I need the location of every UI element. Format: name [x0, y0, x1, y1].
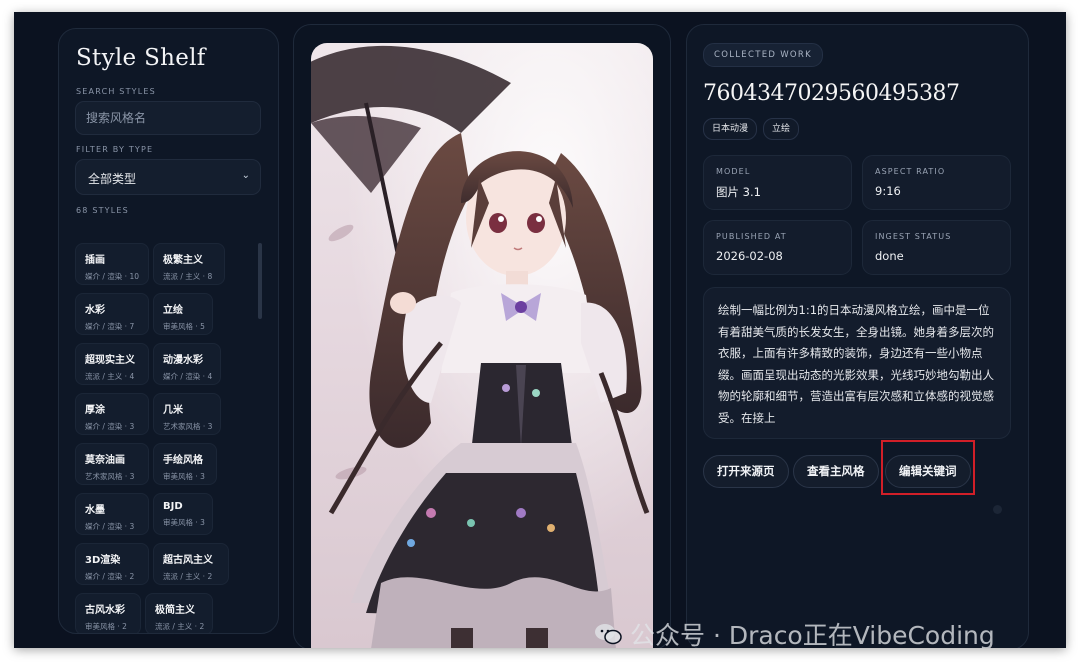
style-name: 古风水彩	[85, 605, 125, 616]
style-meta: 媒介 / 渲染 · 3	[85, 422, 135, 431]
style-meta: 艺术家风格 · 3	[163, 422, 213, 431]
style-meta: 审美风格 · 5	[163, 322, 205, 331]
style-meta: 审美风格 · 3	[163, 472, 205, 481]
style-name: 极简主义	[155, 605, 195, 616]
highlight-box	[881, 440, 975, 495]
style-card[interactable]: 古风水彩 审美风格 · 2	[75, 593, 141, 633]
style-count: 68 STYLES	[76, 206, 129, 215]
type-filter-select[interactable]: 全部类型 ⌄	[75, 159, 261, 195]
wechat-icon	[595, 624, 622, 645]
style-meta: 媒介 / 渲染 · 4	[163, 372, 213, 381]
style-name: 极繁主义	[163, 255, 203, 266]
style-name: 水墨	[85, 505, 105, 516]
watermark: 公众号 · Draco正在VibeCoding	[594, 616, 995, 648]
ingest-status-label: INGEST STATUS	[875, 232, 952, 241]
published-stat: PUBLISHED AT 2026-02-08	[703, 220, 852, 275]
style-card[interactable]: 极繁主义 流派 / 主义 · 8	[153, 243, 225, 285]
app-window: Style Shelf SEARCH STYLES FILTER BY TYPE…	[14, 12, 1066, 648]
aspect-ratio-stat: ASPECT RATIO 9:16	[862, 155, 1011, 210]
style-meta: 流派 / 主义 · 2	[155, 622, 205, 631]
model-label: MODEL	[716, 167, 751, 176]
style-name: 超古风主义	[163, 555, 213, 566]
sidebar-scrollbar[interactable]	[258, 243, 262, 319]
style-name: 几米	[163, 405, 183, 416]
style-meta: 媒介 / 渲染 · 7	[85, 322, 135, 331]
style-card[interactable]: 3D渲染 媒介 / 渲染 · 2	[75, 543, 149, 585]
style-card[interactable]: BJD 审美风格 · 3	[153, 493, 213, 535]
brand-title: Style Shelf	[76, 45, 206, 71]
style-name: 动漫水彩	[163, 355, 203, 366]
ingest-status-value: done	[875, 249, 904, 263]
filter-label: FILTER BY TYPE	[76, 145, 154, 154]
style-name: BJD	[163, 501, 183, 512]
style-card[interactable]: 插画 媒介 / 渲染 · 10	[75, 243, 149, 285]
style-name: 水彩	[85, 305, 105, 316]
style-card[interactable]: 水墨 媒介 / 渲染 · 3	[75, 493, 149, 535]
style-card[interactable]: 水彩 媒介 / 渲染 · 7	[75, 293, 149, 335]
style-name: 超现实主义	[85, 355, 135, 366]
style-sidebar: Style Shelf SEARCH STYLES FILTER BY TYPE…	[58, 28, 279, 634]
tag-chip[interactable]: 立绘	[763, 118, 800, 140]
style-meta: 流派 / 主义 · 8	[163, 272, 213, 281]
style-meta: 媒介 / 渲染 · 3	[85, 522, 135, 531]
style-meta: 媒介 / 渲染 · 2	[85, 572, 135, 581]
style-card[interactable]: 动漫水彩 媒介 / 渲染 · 4	[153, 343, 221, 385]
chevron-down-icon: ⌄	[241, 170, 250, 181]
style-card[interactable]: 手绘风格 审美风格 · 3	[153, 443, 217, 485]
published-label: PUBLISHED AT	[716, 232, 787, 241]
preview-panel	[293, 24, 671, 648]
style-meta: 审美风格 · 2	[85, 622, 127, 631]
style-name: 插画	[85, 255, 105, 266]
style-name: 立绘	[163, 305, 183, 316]
style-card[interactable]: 立绘 审美风格 · 5	[153, 293, 213, 335]
style-card[interactable]: 极简主义 流派 / 主义 · 2	[145, 593, 213, 633]
style-card[interactable]: 超现实主义 流派 / 主义 · 4	[75, 343, 149, 385]
aspect-ratio-value: 9:16	[875, 184, 901, 198]
search-label: SEARCH STYLES	[76, 87, 156, 96]
model-value: 图片 3.1	[716, 185, 761, 199]
view-main-style-button[interactable]: 查看主风格	[793, 455, 879, 488]
aspect-ratio-label: ASPECT RATIO	[875, 167, 946, 176]
style-card[interactable]: 超古风主义 流派 / 主义 · 2	[153, 543, 229, 585]
style-name: 厚涂	[85, 405, 105, 416]
style-meta: 流派 / 主义 · 2	[163, 572, 213, 581]
work-id-title: 7604347029560495387	[703, 81, 960, 106]
collected-work-badge: COLLECTED WORK	[703, 43, 823, 67]
style-card[interactable]: 几米 艺术家风格 · 3	[153, 393, 221, 435]
type-filter-value: 全部类型	[88, 172, 137, 186]
watermark-text: 公众号 · Draco正在VibeCoding	[630, 621, 995, 648]
style-name: 莫奈油画	[85, 455, 125, 466]
anime-illustration-image	[311, 43, 653, 648]
model-stat: MODEL 图片 3.1	[703, 155, 852, 210]
detail-panel: COLLECTED WORK 7604347029560495387 日本动漫 …	[686, 24, 1029, 648]
style-name: 3D渲染	[85, 555, 121, 566]
artwork-image	[311, 43, 653, 648]
style-meta: 流派 / 主义 · 4	[85, 372, 135, 381]
style-name: 手绘风格	[163, 455, 203, 466]
indicator-dot	[993, 505, 1002, 514]
style-meta: 审美风格 · 3	[163, 518, 205, 527]
ingest-status-stat: INGEST STATUS done	[862, 220, 1011, 275]
style-meta: 媒介 / 渲染 · 10	[85, 272, 139, 281]
style-grid: 插画 媒介 / 渲染 · 10 极繁主义 流派 / 主义 · 8 水彩 媒介 /…	[75, 243, 257, 633]
open-source-button[interactable]: 打开来源页	[703, 455, 789, 488]
tag-list: 日本动漫 立绘	[703, 118, 800, 140]
style-meta: 艺术家风格 · 3	[85, 472, 135, 481]
published-value: 2026-02-08	[716, 249, 783, 263]
tag-chip[interactable]: 日本动漫	[703, 118, 758, 140]
search-input[interactable]	[75, 101, 261, 135]
style-card[interactable]: 厚涂 媒介 / 渲染 · 3	[75, 393, 149, 435]
prompt-description: 绘制一幅比例为1:1的日本动漫风格立绘，画中是一位有着甜美气质的长发女生，全身出…	[703, 287, 1011, 439]
style-card[interactable]: 莫奈油画 艺术家风格 · 3	[75, 443, 149, 485]
